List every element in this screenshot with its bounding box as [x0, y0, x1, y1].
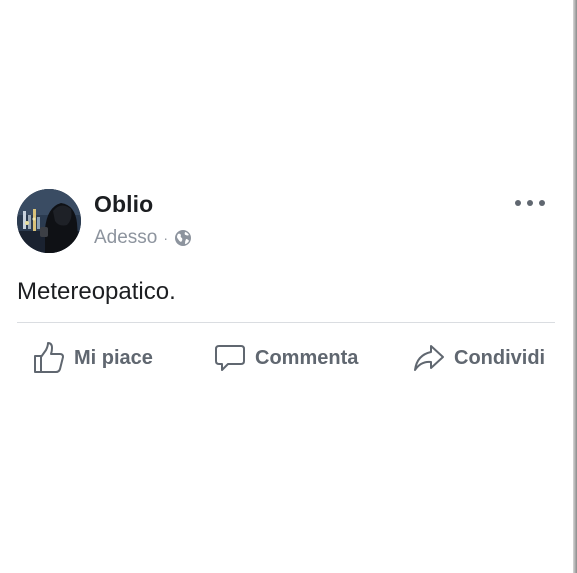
globe-icon[interactable]	[174, 229, 192, 247]
thumbs-up-icon	[32, 341, 66, 375]
like-button[interactable]: Mi piace	[32, 338, 153, 378]
like-label: Mi piace	[74, 346, 153, 369]
screen: Oblio Adesso · Metereopatico. Mi piace C…	[0, 0, 577, 573]
more-horizontal-icon[interactable]	[515, 196, 545, 210]
more-dot	[539, 200, 545, 206]
share-arrow-icon	[412, 341, 446, 375]
share-label: Condividi	[454, 346, 546, 369]
post-header: Oblio Adesso ·	[0, 186, 572, 256]
author-name[interactable]: Oblio	[94, 191, 153, 218]
comment-icon	[213, 341, 247, 375]
post-text: Metereopatico.	[17, 278, 176, 305]
share-button[interactable]: Condividi	[412, 338, 545, 378]
avatar[interactable]	[17, 189, 81, 253]
post-meta: Adesso ·	[94, 226, 192, 250]
more-dot	[515, 200, 521, 206]
window-edge	[573, 0, 577, 573]
meta-separator: ·	[163, 230, 169, 246]
actions-divider	[17, 322, 555, 323]
post-actions: Mi piace Commenta Condividi	[0, 338, 572, 378]
post-timestamp[interactable]: Adesso	[94, 227, 157, 249]
post-card: Oblio Adesso · Metereopatico. Mi piace C…	[0, 186, 572, 373]
comment-button[interactable]: Commenta	[213, 338, 358, 378]
comment-label: Commenta	[255, 346, 359, 369]
more-dot	[527, 200, 533, 206]
